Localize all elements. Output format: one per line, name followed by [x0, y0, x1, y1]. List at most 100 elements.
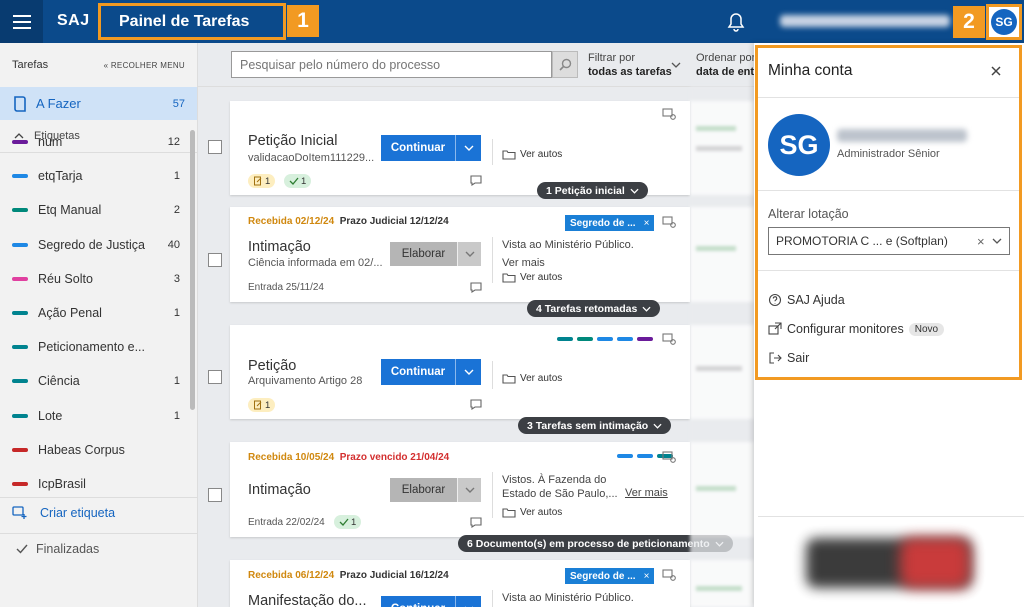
task-card[interactable]: Petição Arquivamento Artigo 28 Continuar…	[230, 325, 690, 419]
sidebar-item-label-0[interactable]: num 12	[0, 125, 190, 159]
entry-date: Entrada 22/02/24	[248, 517, 325, 528]
task-checkbox[interactable]	[208, 253, 222, 267]
task-checkbox[interactable]	[208, 488, 222, 502]
dropdown-toggle[interactable]	[455, 596, 481, 607]
sidebar-item-label-9[interactable]: Habeas Corpus	[0, 433, 190, 467]
dropdown-toggle[interactable]	[455, 359, 481, 385]
continue-button[interactable]: Continuar	[381, 596, 481, 607]
see-more-link[interactable]: Ver mais	[502, 256, 545, 266]
search-input[interactable]	[231, 51, 552, 78]
dropdown-toggle[interactable]	[455, 135, 481, 161]
configure-monitors-link[interactable]: Configurar monitores Novo	[768, 322, 945, 336]
chip-count: 1	[265, 399, 271, 411]
sidebar-item-label: A Fazer	[36, 96, 81, 111]
remove-tag-icon[interactable]: ×	[644, 571, 650, 582]
collapse-menu-button[interactable]: « RECOLHER MENU	[104, 61, 185, 70]
signed-chip: 1	[284, 174, 312, 188]
continue-button[interactable]: Continuar	[381, 135, 481, 161]
label-name: num	[38, 135, 63, 150]
sidebar-item-label-10[interactable]: IcpBrasil	[0, 467, 190, 501]
dropdown-toggle[interactable]	[457, 478, 481, 502]
comment-icon[interactable]	[470, 282, 482, 293]
label-color-icon	[12, 174, 28, 179]
elaborate-button[interactable]: Elaborar	[390, 478, 481, 502]
sidebar-item-label-4[interactable]: Réu Solto 3	[0, 262, 190, 296]
view-records-link[interactable]: Ver autos	[502, 373, 562, 384]
task-card[interactable]: Petição Inicial validacaoDoItem111229...…	[230, 101, 690, 195]
filter-dropdown[interactable]: Filtrar por todas as tarefas	[588, 51, 672, 79]
elaborate-button[interactable]: Elaborar	[390, 242, 481, 266]
group-pill[interactable]: 1 Petição inicial	[537, 182, 648, 199]
saj-help-link[interactable]: SAJ Ajuda	[768, 293, 845, 307]
sidebar-item-label-8[interactable]: Lote 1	[0, 399, 190, 433]
sidebar-item-label-2[interactable]: Etq Manual 2	[0, 193, 190, 227]
settings-monitor-icon[interactable]	[662, 216, 676, 228]
label-name: Ciência	[38, 374, 80, 389]
secrecy-tag[interactable]: Segredo de ... ×	[565, 568, 655, 584]
view-records-link[interactable]: Ver autos	[502, 507, 562, 518]
view-records-link[interactable]: Ver autos	[502, 149, 562, 160]
folder-icon	[502, 374, 516, 384]
label-count: 1	[173, 307, 180, 320]
settings-monitor-icon[interactable]	[662, 451, 676, 463]
bell-icon[interactable]	[727, 12, 745, 32]
deadline-date: Prazo Judicial 12/12/24	[339, 216, 449, 227]
task-checkbox[interactable]	[208, 370, 222, 384]
filter-value: todas as tarefas	[588, 66, 672, 78]
avatar-initials: SG	[991, 9, 1017, 35]
user-avatar-button[interactable]: SG	[986, 4, 1022, 40]
document-chip: 1	[248, 398, 276, 412]
view-records-link[interactable]: Ver autos	[502, 272, 562, 283]
chevron-down-icon	[653, 423, 662, 429]
group-pill[interactable]: 4 Tarefas retomadas	[527, 300, 661, 317]
received-date: Recebida 06/12/24	[248, 570, 335, 581]
sidebar-item-label-7[interactable]: Ciência 1	[0, 364, 190, 398]
sidebar-item-label-5[interactable]: Ação Penal 1	[0, 296, 190, 330]
continue-button[interactable]: Continuar	[381, 359, 481, 385]
task-meta: Recebida 10/05/24 Prazo vencido 21/04/24	[248, 452, 449, 463]
callout-badge-1: 1	[287, 5, 319, 37]
logout-link[interactable]: Sair	[768, 351, 809, 365]
create-label-button[interactable]: Criar etiqueta	[0, 497, 198, 527]
sidebar-item-finalizadas[interactable]: Finalizadas	[0, 533, 198, 564]
view-records-label: Ver autos	[520, 373, 563, 384]
check-icon	[16, 544, 28, 554]
continue-label: Continuar	[381, 135, 455, 161]
label-count: 12	[167, 136, 180, 149]
task-checkbox[interactable]	[208, 140, 222, 154]
task-card[interactable]: Recebida 02/12/24 Prazo Judicial 12/12/2…	[230, 207, 690, 302]
dropdown-toggle[interactable]	[457, 242, 481, 266]
clear-icon[interactable]: ×	[977, 234, 985, 249]
sidebar-item-label-3[interactable]: Segredo de Justiça 40	[0, 228, 190, 262]
close-icon[interactable]	[989, 64, 1003, 78]
book-icon	[14, 95, 26, 112]
group-pill[interactable]: 3 Tarefas sem intimação	[518, 417, 672, 434]
menu-button[interactable]	[0, 0, 43, 43]
sidebar-scrollbar[interactable]	[190, 130, 195, 410]
label-count: 3	[173, 272, 180, 285]
search-button[interactable]	[552, 51, 578, 78]
task-note-line2: Estado de São Paulo,...	[502, 488, 618, 500]
create-label-text: Criar etiqueta	[40, 505, 116, 520]
secrecy-tag[interactable]: Segredo de ... ×	[565, 215, 655, 231]
remove-tag-icon[interactable]: ×	[644, 218, 650, 229]
label-name: IcpBrasil	[38, 476, 86, 491]
sidebar-item-a-fazer[interactable]: A Fazer 57	[0, 87, 197, 120]
task-title: Petição	[248, 358, 297, 374]
task-card[interactable]: Recebida 06/12/24 Prazo Judicial 16/12/2…	[230, 560, 690, 607]
task-card[interactable]: Recebida 10/05/24 Prazo vencido 21/04/24…	[230, 442, 690, 537]
settings-monitor-icon[interactable]	[662, 108, 676, 120]
comment-icon[interactable]	[470, 399, 482, 410]
chip-count: 1	[351, 516, 357, 528]
settings-monitor-icon[interactable]	[662, 333, 676, 345]
sidebar-item-label-6[interactable]: Peticionamento e...	[0, 330, 190, 364]
comment-icon[interactable]	[470, 175, 482, 186]
settings-monitor-icon[interactable]	[662, 569, 676, 581]
see-more-link[interactable]: Ver mais	[625, 487, 668, 499]
chevron-down-icon	[642, 306, 651, 312]
sidebar-item-label-1[interactable]: etqTarja 1	[0, 159, 190, 193]
lotacao-select[interactable]: PROMOTORIA C ... e (Softplan) ×	[768, 227, 1010, 255]
comment-icon[interactable]	[470, 517, 482, 528]
deadline-date: Prazo vencido 21/04/24	[339, 452, 450, 463]
order-dropdown[interactable]: Ordenar por data de ent	[696, 51, 755, 79]
